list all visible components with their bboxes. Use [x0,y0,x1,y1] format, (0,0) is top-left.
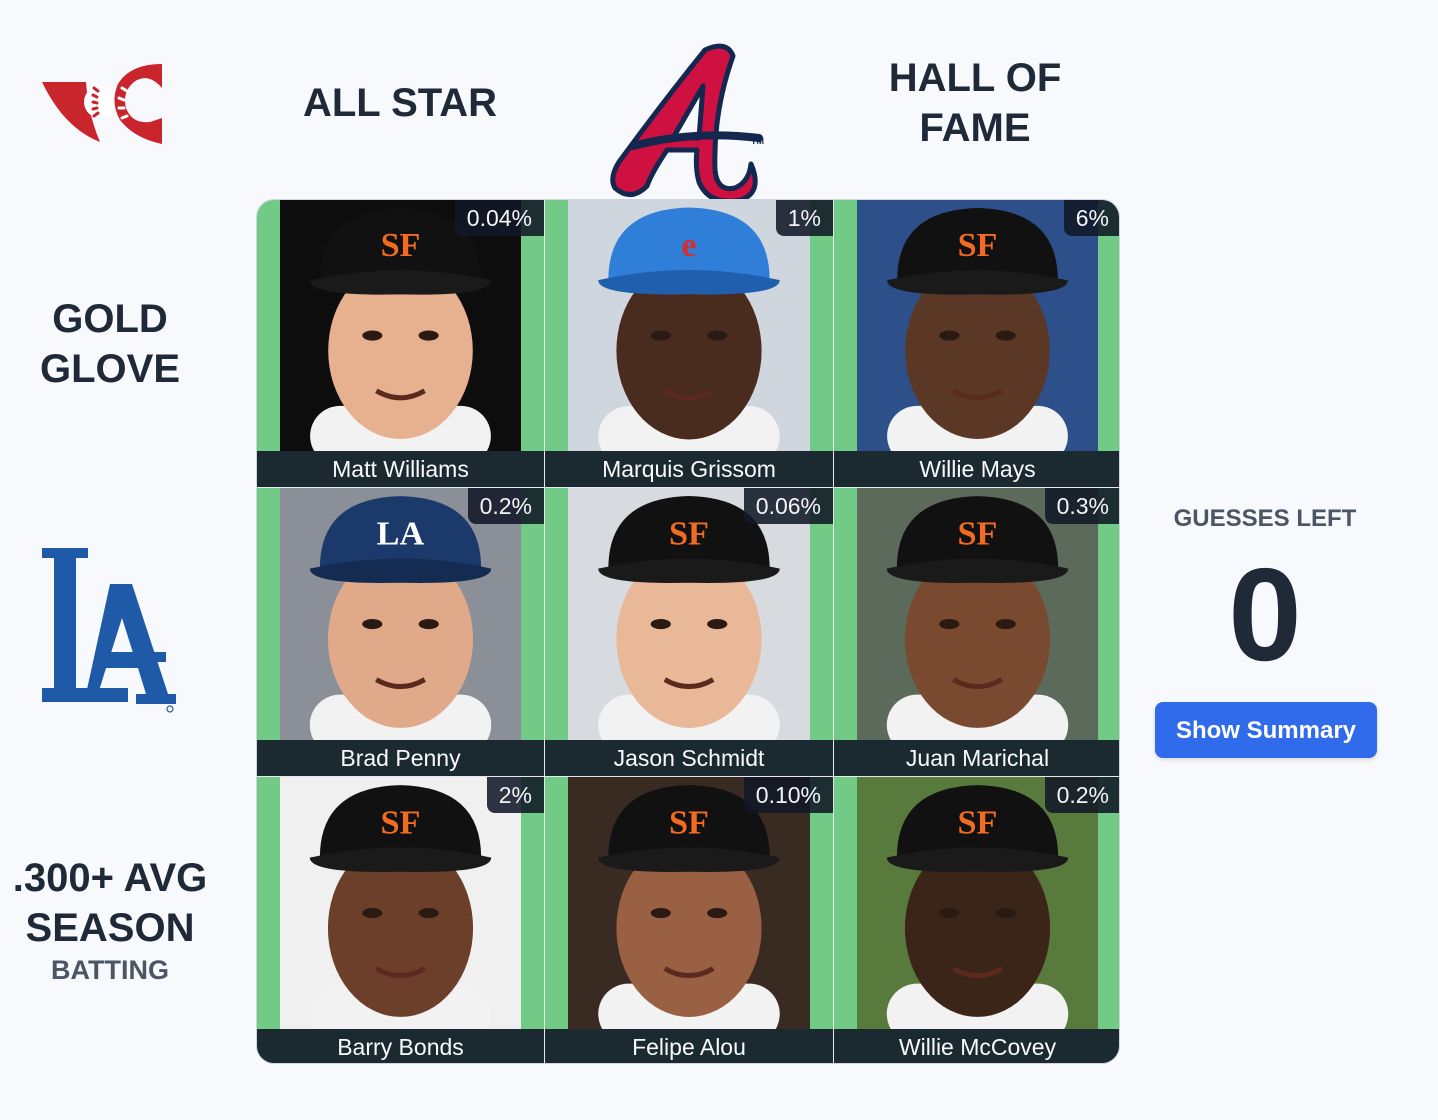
svg-text:e: e [681,226,696,264]
player-name: Jason Schmidt [545,740,833,776]
grid-cell[interactable]: SF 0.3% Juan Marichal [834,488,1119,776]
player-photo: SF [857,488,1098,740]
player-photo: SF [857,777,1098,1029]
rarity-badge: 2% [486,777,544,813]
svg-text:SF: SF [669,514,709,552]
column-header-braves: TM [545,20,831,204]
svg-text:SF: SF [958,227,998,264]
player-name: Marquis Grissom [545,451,833,487]
answer-grid: SF 0.04% Matt Williams e 1% Marquis Grissom SF… [256,199,1120,1064]
player-name: Willie Mays [834,451,1119,487]
rarity-badge: 0.2% [1044,777,1119,813]
row-header-dodgers [0,488,220,775]
player-photo: SF [568,777,810,1029]
column-header-all-star: ALL STAR [302,81,498,125]
svg-text:SF: SF [381,803,421,841]
row-subtitle: BATTING [51,954,169,985]
braves-a-logo-icon: TM [603,0,773,214]
guesses-left-count: 0 [1228,541,1302,688]
row-title: GOLD GLOVE [39,296,181,391]
row-header-300-avg: .300+ AVG SEASON BATTING [0,776,220,1063]
row-header-gold-glove: GOLD GLOVE [0,200,220,487]
rarity-badge: 0.10% [743,777,833,813]
svg-text:TM: TM [751,136,764,146]
grid-cell[interactable]: SF 0.10% Felipe Alou [545,777,833,1063]
grid-cell[interactable]: SF 6% Willie Mays [834,200,1119,487]
guesses-left-label: GUESSES LEFT [1173,505,1357,532]
player-photo: SF [280,200,521,451]
site-logo-icon[interactable] [38,58,168,148]
rarity-badge: 1% [775,200,833,236]
rarity-badge: 0.06% [743,488,833,524]
svg-text:LA: LA [377,514,425,552]
player-name: Juan Marichal [834,740,1119,776]
player-name: Brad Penny [257,740,544,776]
svg-text:SF: SF [669,803,709,841]
grid-cell[interactable]: SF 2% Barry Bonds [257,777,544,1063]
player-photo: e [568,200,810,451]
grid-cell[interactable]: LA 0.2% Brad Penny [257,488,544,776]
column-header-hall-of-fame: HALL OF FAME [888,56,1062,150]
dodgers-la-logo-icon [40,544,180,719]
rarity-badge: 0.2% [467,488,544,524]
svg-text:SF: SF [958,514,998,552]
player-photo: SF [568,488,810,740]
player-name: Willie McCovey [834,1029,1119,1063]
grid-cell[interactable]: SF 0.04% Matt Williams [257,200,544,487]
grid-cell[interactable]: e 1% Marquis Grissom [545,200,833,487]
svg-text:SF: SF [381,227,421,264]
player-name: Barry Bonds [257,1029,544,1063]
player-photo: SF [280,777,521,1029]
grid-cell[interactable]: SF 0.2% Willie McCovey [834,777,1119,1063]
grid-cell[interactable]: SF 0.06% Jason Schmidt [545,488,833,776]
row-title: .300+ AVG SEASON [12,855,208,950]
player-photo: SF [857,200,1098,451]
show-summary-button[interactable]: Show Summary [1155,702,1377,758]
player-photo: LA [280,488,521,740]
player-name: Felipe Alou [545,1029,833,1063]
player-name: Matt Williams [257,451,544,487]
rarity-badge: 6% [1063,200,1119,236]
rarity-badge: 0.04% [454,200,544,236]
rarity-badge: 0.3% [1044,488,1119,524]
svg-text:SF: SF [958,803,998,841]
